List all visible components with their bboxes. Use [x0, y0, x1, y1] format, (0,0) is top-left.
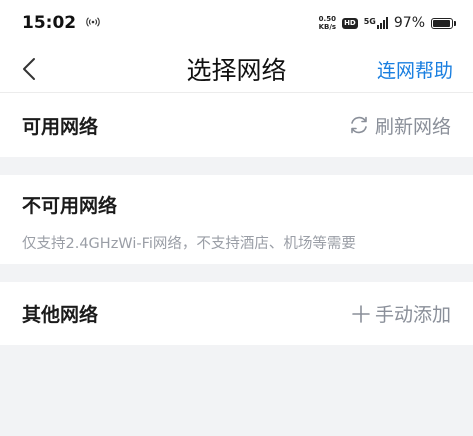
chevron-left-icon[interactable] — [22, 55, 42, 83]
unavailable-networks-title: 不可用网络 — [22, 195, 118, 217]
available-networks-title: 可用网络 — [22, 115, 99, 138]
status-bar: 15:02 0.50 KB/s HD 5G 97% — [0, 0, 473, 46]
battery-fill — [433, 19, 451, 27]
top-area: 15:02 0.50 KB/s HD 5G 97% 选择网络 连网帮助 — [0, 0, 473, 92]
refresh-icon — [348, 115, 370, 135]
hd-badge: HD — [342, 17, 358, 29]
signal-bars-icon — [376, 17, 388, 29]
battery-percent: 97% — [393, 15, 425, 31]
plus-icon — [352, 304, 370, 323]
status-left: 15:02 — [22, 13, 100, 33]
section-gap — [0, 264, 473, 282]
net-speed: 0.50 KB/s — [319, 15, 336, 31]
status-time: 15:02 — [22, 13, 77, 33]
available-networks-section: 可用网络 刷新网络 — [0, 93, 473, 157]
unavailable-networks-description: 仅支持2.4GHzWi-Fi网络，不支持酒店、机场等需要 — [22, 236, 356, 252]
refresh-button[interactable]: 刷新网络 — [348, 112, 451, 139]
other-networks-title: 其他网络 — [22, 304, 99, 326]
manual-add-label: 手动添加 — [374, 304, 451, 326]
signal-indicator: 5G — [364, 17, 388, 29]
section-gap — [0, 157, 473, 175]
other-networks-row: 其他网络 手动添加 — [0, 282, 473, 345]
net-speed-value: 0.50 — [318, 15, 336, 23]
net-speed-unit: KB/s — [318, 23, 337, 31]
other-networks-section: 其他网络 手动添加 — [0, 282, 473, 345]
help-link[interactable]: 连网帮助 — [377, 56, 453, 83]
manual-add-button[interactable]: 手动添加 — [352, 300, 451, 327]
nav-bar: 选择网络 连网帮助 — [0, 46, 473, 92]
hotspot-icon — [86, 16, 100, 30]
battery-icon — [431, 17, 456, 29]
unavailable-networks-section: 不可用网络 仅支持2.4GHzWi-Fi网络，不支持酒店、机场等需要 — [0, 175, 473, 264]
network-type: 5G — [363, 17, 376, 26]
available-networks-row: 可用网络 刷新网络 — [0, 93, 473, 157]
status-right: 0.50 KB/s HD 5G 97% — [319, 15, 456, 31]
refresh-label: 刷新网络 — [374, 115, 451, 138]
